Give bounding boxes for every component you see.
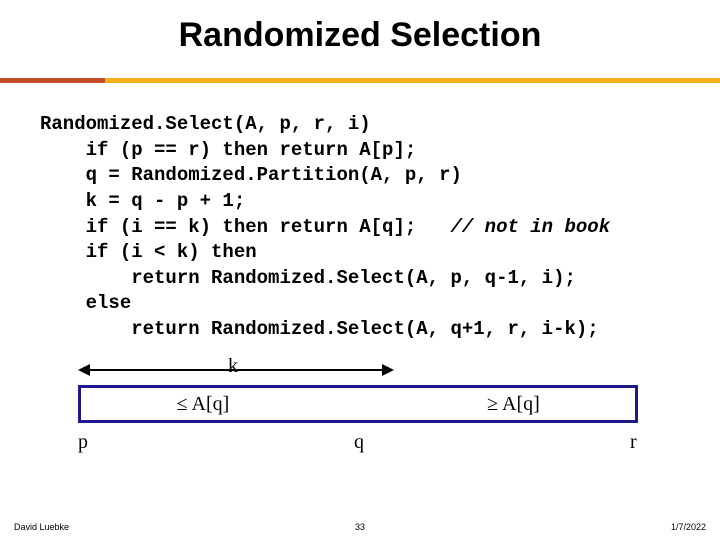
arrow-right-icon — [382, 364, 394, 376]
q-label: q — [354, 431, 364, 454]
partition-box: ≤ A[q] ≥ A[q] — [78, 385, 638, 423]
code-line: Randomized.Select(A, p, r, i) — [40, 113, 371, 135]
code-line: return Randomized.Select(A, p, q-1, i); — [40, 267, 576, 289]
code-line: if (i < k) then — [40, 241, 257, 263]
code-line: else — [40, 292, 131, 314]
partition-mid — [325, 385, 395, 423]
code-line: if (i == k) then return A[q]; — [40, 216, 450, 238]
k-arrow — [78, 369, 394, 371]
code-line: return Randomized.Select(A, q+1, r, i-k)… — [40, 318, 599, 340]
accent-left — [0, 78, 105, 83]
partition-right: ≥ A[q] — [392, 385, 638, 423]
code-line: if (p == r) then return A[p]; — [40, 139, 416, 161]
code-block: Randomized.Select(A, p, r, i) if (p == r… — [40, 112, 690, 343]
code-line: k = q - p + 1; — [40, 190, 245, 212]
footer-date: 1/7/2022 — [671, 522, 706, 532]
r-label: r — [630, 431, 637, 454]
accent-right — [105, 78, 720, 83]
p-label: p — [78, 431, 88, 454]
code-comment: // not in book — [450, 216, 610, 238]
page-title: Randomized Selection — [0, 0, 720, 55]
partition-left: ≤ A[q] — [78, 385, 328, 423]
k-label: k — [228, 355, 238, 378]
footer-page: 33 — [0, 522, 720, 532]
partition-diagram: k ≤ A[q] ≥ A[q] p q r — [78, 355, 658, 485]
code-line: q = Randomized.Partition(A, p, r) — [40, 164, 462, 186]
accent-bar — [0, 78, 720, 83]
arrow-line — [84, 369, 388, 371]
